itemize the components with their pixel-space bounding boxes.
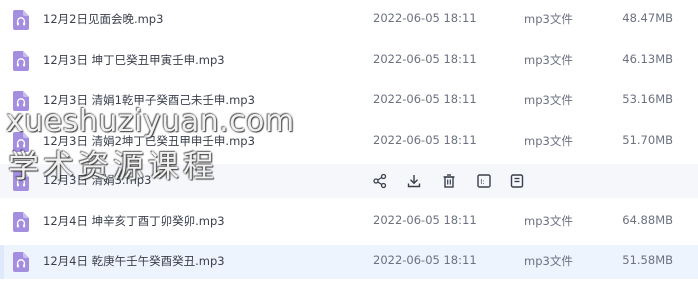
file-size: 51.58MB (622, 253, 673, 267)
audio-file-icon (13, 51, 29, 71)
row-actions: I: (372, 164, 532, 198)
audio-file-icon (13, 171, 29, 191)
file-name[interactable]: 12月4日 坤辛亥丁酉丁卯癸卯.mp3 (43, 213, 225, 229)
file-modified-time: 2022-06-05 18:11 (373, 11, 477, 25)
file-name[interactable]: 12月3日 清娟2坤丁巳癸丑甲申壬申.mp3 (43, 133, 255, 149)
file-row-selected[interactable]: 12月4日 乾庚午壬午癸酉癸丑.mp3 2022-06-05 18:11 mp3… (0, 245, 698, 279)
file-list: 12月2日见面会晚.mp3 2022-06-05 18:11 mp3文件 48.… (0, 0, 698, 283)
file-name[interactable]: 12月3日 清娟3.mp3 (43, 172, 151, 188)
file-name[interactable]: 12月3日 清娟1乾甲子癸酉己未壬申.mp3 (43, 92, 255, 108)
file-row[interactable]: 12月3日 清娟2坤丁巳癸丑甲申壬申.mp3 2022-06-05 18:11 … (0, 125, 698, 159)
file-size: 51.70MB (622, 133, 673, 147)
file-name[interactable]: 12月4日 乾庚午壬午癸酉癸丑.mp3 (43, 253, 225, 269)
file-modified-time: 2022-06-05 18:11 (373, 92, 477, 106)
file-type: mp3文件 (524, 254, 573, 268)
download-icon[interactable] (406, 173, 422, 189)
file-modified-time: 2022-06-05 18:11 (373, 52, 477, 66)
file-size: 48.47MB (622, 11, 673, 25)
file-type: mp3文件 (524, 12, 573, 26)
more-icon[interactable] (509, 173, 525, 189)
file-type: mp3文件 (524, 214, 573, 228)
file-size: 64.88MB (622, 213, 673, 227)
audio-file-icon (13, 212, 29, 232)
file-row[interactable]: 12月3日 清娟1乾甲子癸酉己未壬申.mp3 2022-06-05 18:11 … (0, 84, 698, 118)
file-size: 53.16MB (622, 92, 673, 106)
audio-file-icon (13, 91, 29, 111)
file-row[interactable]: 12月2日见面会晚.mp3 2022-06-05 18:11 mp3文件 48.… (0, 3, 698, 37)
file-modified-time: 2022-06-05 18:11 (373, 133, 477, 147)
file-type: mp3文件 (524, 93, 573, 107)
file-row[interactable]: 12月3日 坤丁巳癸丑甲寅壬申.mp3 2022-06-05 18:11 mp3… (0, 44, 698, 78)
audio-file-icon (13, 10, 29, 30)
selection-indicator (0, 245, 4, 279)
file-size: 46.13MB (622, 52, 673, 66)
file-modified-time: 2022-06-05 18:11 (373, 253, 477, 267)
file-modified-time: 2022-06-05 18:11 (373, 213, 477, 227)
file-row-hovered[interactable]: 12月3日 清娟3.mp3 I: (0, 164, 698, 198)
audio-file-icon (13, 132, 29, 152)
file-type: mp3文件 (524, 53, 573, 67)
audio-file-icon (13, 252, 29, 272)
rename-icon[interactable]: I: (476, 173, 492, 189)
file-name[interactable]: 12月3日 坤丁巳癸丑甲寅壬申.mp3 (43, 52, 225, 68)
svg-text:I:: I: (480, 178, 484, 186)
delete-icon[interactable] (441, 173, 457, 189)
file-name[interactable]: 12月2日见面会晚.mp3 (43, 11, 163, 27)
file-row[interactable]: 12月4日 坤辛亥丁酉丁卯癸卯.mp3 2022-06-05 18:11 mp3… (0, 205, 698, 239)
share-icon[interactable] (372, 173, 388, 189)
file-type: mp3文件 (524, 134, 573, 148)
